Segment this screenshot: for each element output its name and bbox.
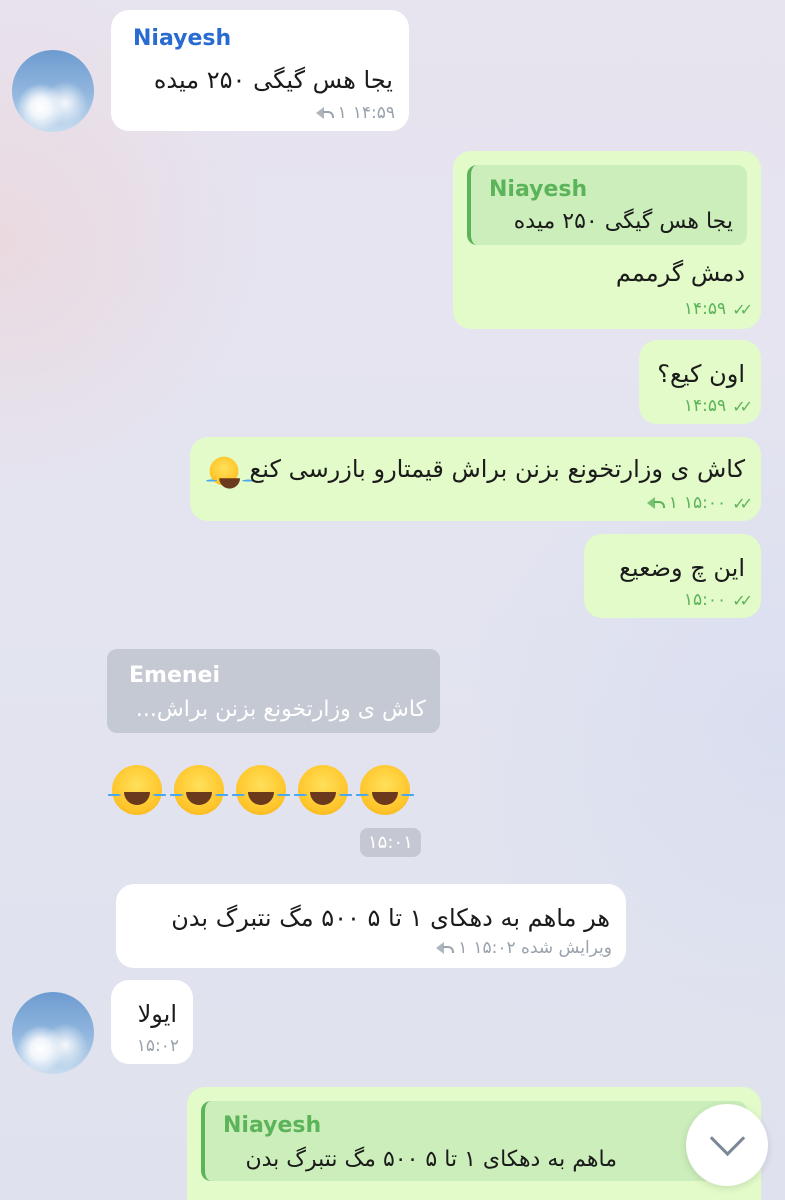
message-meta: ۱۵:۰۰ ✓✓ [683,590,753,610]
message-text: این چ وضعیع [619,554,745,582]
message-meta: ۱ ۱۵:۰۰ ✓✓ [646,493,753,513]
sender-name[interactable]: Niayesh [133,26,231,51]
message-bubble-outgoing[interactable]: Niayesh ماهم به دهکای ۱ تا ۵ ۵۰۰ مگ نتبر… [187,1087,761,1200]
quote-text: کاش ی وزارتخونع بزنن براش... [135,697,426,722]
emoji-message[interactable] [108,765,414,817]
message-time: ۱۵:۰۲ [136,1036,179,1056]
message-meta: ۱ ۱۴:۵۹ [315,103,395,123]
message-time: ویرایش شده ۱۵:۰۲ [473,938,612,958]
message-text: هر ماهم به دهکای ۱ تا ۵ ۵۰۰ مگ نتبرگ بدن [171,904,610,932]
message-bubble-outgoing[interactable]: Niayesh یجا هس گیگی ۲۵۰ میده دمش گرممم ۱… [453,151,761,329]
reply-quote[interactable]: Niayesh ماهم به دهکای ۱ تا ۵ ۵۰۰ مگ نتبر… [201,1101,747,1181]
reply-quote-chip[interactable]: Emenei کاش ی وزارتخونع بزنن براش... [107,649,440,733]
avatar[interactable] [12,50,94,132]
chevron-down-icon [709,1120,745,1156]
message-meta: ۱۴:۵۹ ✓✓ [683,299,753,319]
message-text: ایولا [137,1000,177,1028]
message-text: یجا هس گیگی ۲۵۰ میده [153,66,393,94]
message-bubble-incoming[interactable]: هر ماهم به دهکای ۱ تا ۵ ۵۰۰ مگ نتبرگ بدن… [116,884,626,968]
reply-count: ۱ [337,103,347,123]
laughing-emoji-icon [108,765,166,815]
quote-text: ماهم به دهکای ۱ تا ۵ ۵۰۰ مگ نتبرگ بدن [245,1147,617,1172]
reply-icon [315,107,334,119]
avatar[interactable] [12,992,94,1074]
laughing-emoji-icon [356,765,414,815]
double-check-icon: ✓✓ [732,493,753,513]
reply-count: ۱ [458,938,468,958]
reply-icon [646,497,665,509]
message-meta: ۱۴:۵۹ ✓✓ [683,396,753,416]
message-text: کاش ی وزارتخونع بزنن براش قیمتارو بازرسی… [249,455,746,483]
laughing-emoji-icon [232,765,290,815]
message-meta: ۱۵:۰۲ [137,1036,179,1056]
double-check-icon: ✓✓ [732,590,753,610]
double-check-icon: ✓✓ [732,396,753,416]
message-bubble-outgoing[interactable]: این چ وضعیع ۱۵:۰۰ ✓✓ [584,534,761,618]
message-bubble-incoming[interactable]: ایولا ۱۵:۰۲ [111,980,193,1064]
message-time: ۱۴:۵۹ [683,396,727,416]
message-time: ۱۵:۰۱ [360,828,421,857]
message-time: ۱۴:۵۹ [683,299,727,319]
quote-sender-name: Niayesh [223,1113,322,1138]
message-time: ۱۵:۰۰ [683,590,727,610]
quote-sender-name: Emenei [129,663,220,688]
reply-count: ۱ [668,493,678,513]
double-check-icon: ✓✓ [732,299,753,319]
message-time: ۱۵:۰۰ [683,493,727,513]
reply-icon [436,942,455,954]
quote-sender-name: Niayesh [489,177,588,202]
message-text: اون کیع؟ [657,360,745,388]
message-time: ۱۴:۵۹ [352,103,395,123]
laughing-emoji-icon [170,765,228,815]
message-bubble-outgoing[interactable]: اون کیع؟ ۱۴:۵۹ ✓✓ [639,340,761,424]
message-bubble-incoming[interactable]: Niayesh یجا هس گیگی ۲۵۰ میده ۱ ۱۴:۵۹ [111,10,409,131]
laughing-emoji-icon [294,765,352,815]
message-text: دمش گرممم [615,259,745,287]
reply-quote[interactable]: Niayesh یجا هس گیگی ۲۵۰ میده [467,165,747,245]
laughing-emoji-icon [206,456,253,489]
scroll-down-button[interactable] [686,1104,768,1186]
message-bubble-outgoing[interactable]: کاش ی وزارتخونع بزنن براش قیمتارو بازرسی… [190,437,761,521]
message-meta: ۱ ویرایش شده ۱۵:۰۲ [436,938,612,958]
quote-text: یجا هس گیگی ۲۵۰ میده [513,209,733,234]
